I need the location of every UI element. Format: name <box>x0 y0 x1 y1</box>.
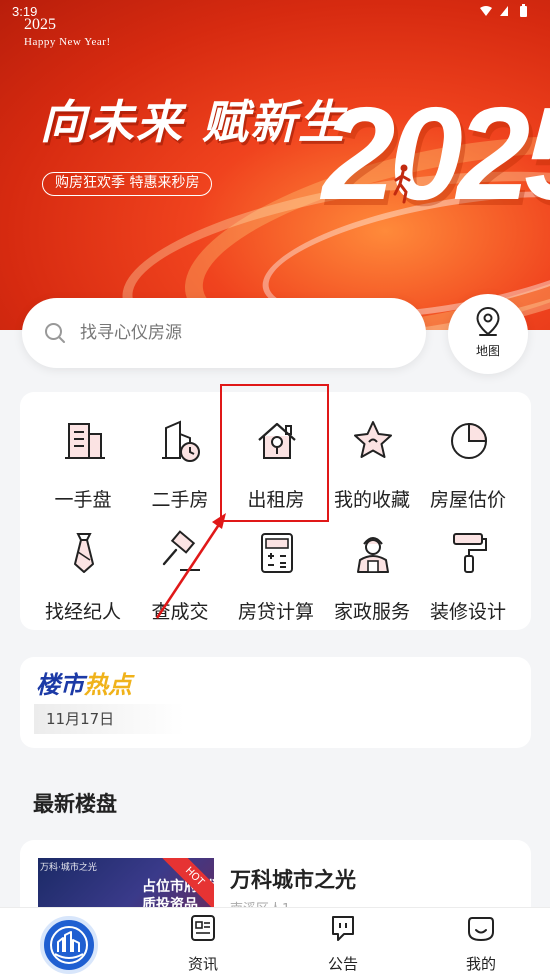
nav-news[interactable]: 资讯 <box>158 908 248 977</box>
banner-headline: 向未来 赋新生 <box>40 95 347 149</box>
grid-item-label: 找经纪人 <box>44 601 121 623</box>
building-icon <box>65 423 105 459</box>
market-news-card[interactable]: 楼市热点 11月17日 <box>20 657 531 748</box>
market-news-title-a: 楼市 <box>36 671 84 699</box>
profile-icon <box>468 917 494 942</box>
listing-name: 万科城市之光 <box>230 868 356 892</box>
search-icon <box>45 323 65 343</box>
calculator-icon <box>261 533 293 573</box>
search-bar[interactable] <box>22 298 426 368</box>
grid-item-transactions[interactable]: 查成交 <box>130 512 230 623</box>
map-pin-icon <box>476 306 500 336</box>
star-icon <box>354 421 392 458</box>
highlight-annotation <box>220 384 329 522</box>
runner-icon <box>393 164 411 204</box>
nav-profile[interactable]: 我的 <box>436 908 526 977</box>
map-button-label: 地图 <box>475 344 500 358</box>
status-icons <box>478 4 538 21</box>
grid-item-second-hand[interactable]: 二手房 <box>130 400 230 511</box>
app-page: 3:19 2025 Happy New Year! 向未来 赋新生 购房狂欢季 … <box>0 0 550 977</box>
search-input[interactable] <box>80 315 400 351</box>
grid-item-valuation[interactable]: 房屋估价 <box>418 400 518 511</box>
housekeeper-icon <box>357 537 389 573</box>
market-news-date: 11月17日 <box>34 704 184 734</box>
market-news-title-b: 热点 <box>84 671 132 699</box>
signal-battery-icon <box>480 4 527 17</box>
banner-big-year: 2025 <box>322 80 550 227</box>
gavel-icon <box>162 530 200 571</box>
nav-profile-label: 我的 <box>465 955 496 973</box>
home-logo-icon <box>50 926 88 964</box>
nav-announcements-label: 公告 <box>327 955 358 973</box>
grid-item-mortgage-calc[interactable]: 房贷计算 <box>226 512 326 623</box>
status-bar: 3:19 <box>0 0 550 26</box>
grid-item-new-homes[interactable]: 一手盘 <box>33 400 133 511</box>
tie-icon <box>74 533 94 573</box>
grid-item-label: 房屋估价 <box>429 489 506 511</box>
news-icon <box>191 915 215 941</box>
announcement-icon <box>332 916 354 941</box>
grid-item-housekeeping[interactable]: 家政服务 <box>322 512 422 623</box>
market-news-logo: 楼市热点 <box>36 665 132 700</box>
latest-listings-title: 最新楼盘 <box>33 792 117 816</box>
banner-greeting: Happy New Year! <box>24 36 111 48</box>
building-clock-icon <box>162 420 200 462</box>
banner-year-small: 2025 <box>24 16 56 33</box>
nav-announcements[interactable]: 公告 <box>298 908 388 977</box>
pie-chart-icon <box>451 422 488 459</box>
grid-item-find-agent[interactable]: 找经纪人 <box>33 512 133 623</box>
promo-banner[interactable]: 3:19 2025 Happy New Year! 向未来 赋新生 购房狂欢季 … <box>0 0 550 330</box>
grid-item-renovation[interactable]: 装修设计 <box>418 512 518 623</box>
grid-item-label: 装修设计 <box>429 601 506 623</box>
nav-news-label: 资讯 <box>187 955 218 973</box>
grid-item-label: 一手盘 <box>54 489 112 511</box>
map-button[interactable]: 地图 <box>448 294 528 374</box>
banner-subtitle: 购房狂欢季 特惠来秒房 <box>42 172 213 196</box>
listing-image-tag: 万科·城市之光 <box>40 863 97 873</box>
home-logo-button[interactable] <box>40 916 98 974</box>
paint-roller-icon <box>453 533 487 573</box>
grid-item-favorites[interactable]: 我的收藏 <box>322 400 422 511</box>
